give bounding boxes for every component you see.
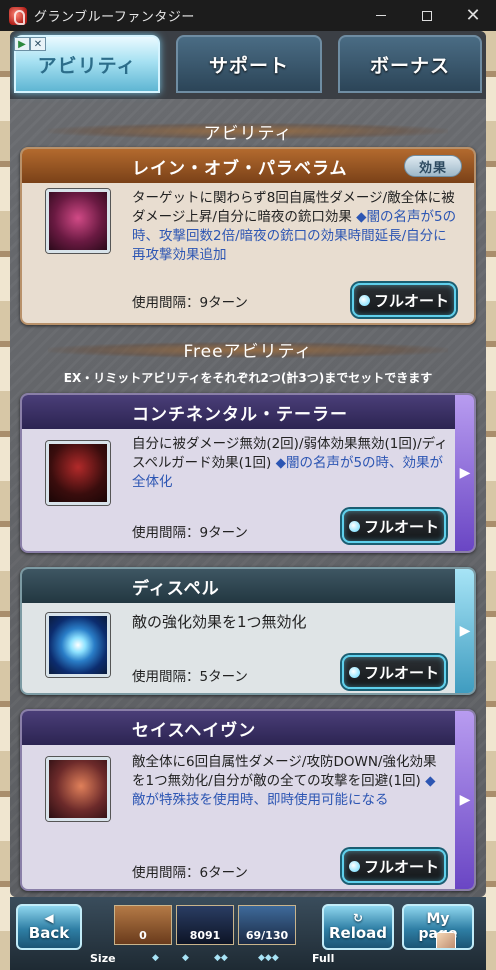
status-slot-1: 0: [114, 905, 172, 945]
expand-arrow-icon[interactable]: ▶: [455, 569, 474, 693]
ability-interval: 使用間隔：6ターン: [132, 865, 248, 881]
ability-card-main[interactable]: レイン・オブ・パラベラム 効果 ターゲットに関わらず8回自属性ダメージ/敵全体に…: [20, 147, 476, 325]
app-icon: [9, 6, 27, 25]
full-auto-button[interactable]: フルオート: [342, 509, 446, 543]
mypage-button[interactable]: My page: [402, 904, 474, 950]
dispel-orb-icon: [46, 613, 110, 677]
tab-support[interactable]: サポート: [176, 35, 322, 93]
back-button[interactable]: ◀ Back: [16, 904, 82, 950]
ability-card-free-2[interactable]: ディスペル 敵の強化効果を1つ無効化 使用間隔：5ターン フルオート ▶: [20, 567, 476, 695]
full-auto-button[interactable]: フルオート: [342, 849, 446, 883]
ability-section-header: アビリティ: [10, 119, 486, 144]
expand-arrow-icon[interactable]: ▶: [455, 395, 474, 551]
ability-card-title: ディスペル: [22, 569, 474, 603]
toggle-dot-icon: [358, 294, 370, 306]
minimize-icon: [376, 15, 386, 16]
full-auto-button[interactable]: フルオート: [352, 283, 456, 317]
ability-interval: 使用間隔：5ターン: [132, 669, 248, 685]
full-auto-button[interactable]: フルオート: [342, 655, 446, 689]
effect-button[interactable]: 効果: [404, 155, 462, 177]
tab-bonus[interactable]: ボーナス: [338, 35, 482, 93]
window-titlebar: グランブルーファンタジー ✕: [0, 0, 496, 31]
reload-icon: ↻: [352, 911, 364, 925]
expand-arrow-icon[interactable]: ▶: [455, 711, 474, 889]
back-arrow-icon: ◀: [44, 911, 54, 925]
maximize-icon: [422, 10, 432, 21]
ability-card-title: セイスヘイヴン: [22, 711, 474, 745]
ability-interval: 使用間隔：9ターン: [132, 295, 248, 311]
ability-card-free-3[interactable]: セイスヘイヴン 敵全体に6回自属性ダメージ/攻防DOWN/強化効果を1つ無効化/…: [20, 709, 476, 891]
ability-description: 自分に被ダメージ無効(2回)/弱体効果無効(1回)/ディスペルガード効果(1回)…: [132, 436, 448, 490]
ability-panel: アビリティ サポート ボーナス ▶ ✕ アビリティ レイン・オブ・パラベラム 効…: [10, 31, 486, 897]
status-slot-3: 69/130: [238, 905, 296, 945]
close-icon: ✕: [465, 4, 481, 26]
ability-card-free-1[interactable]: コンチネンタル・テーラー 自分に被ダメージ無効(2回)/弱体効果無効(1回)/デ…: [20, 393, 476, 553]
ability-card-title: コンチネンタル・テーラー: [22, 395, 474, 429]
ability-description: ターゲットに関わらず8回自属性ダメージ/敵全体に被ダメージ上昇/自分に暗夜の銃口…: [132, 190, 457, 263]
window-title: グランブルーファンタジー: [34, 10, 195, 25]
size-slider[interactable]: Size ◆ ◆ ◆◆ ◆◆◆ Full: [90, 952, 390, 966]
toggle-dot-icon: [348, 666, 360, 678]
tab-bar: アビリティ サポート ボーナス ▶ ✕: [10, 31, 486, 99]
ability-card-title: レイン・オブ・パラベラム 効果: [22, 149, 474, 183]
minimize-button[interactable]: [358, 0, 404, 31]
crossed-daggers-icon: [46, 189, 110, 253]
toggle-dot-icon: [348, 520, 360, 532]
free-ability-note: EX・リミットアビリティをそれぞれ2つ(計3つ)までセットできます: [63, 371, 433, 385]
tab-controls: ▶ ✕: [14, 37, 46, 51]
reload-button[interactable]: ↻ Reload: [322, 904, 394, 950]
maximize-button[interactable]: [404, 0, 450, 31]
close-small-icon[interactable]: ✕: [30, 37, 46, 51]
suit-icon: [46, 441, 110, 505]
profile-thumbnail-icon: [436, 932, 456, 948]
ability-interval: 使用間隔：9ターン: [132, 525, 248, 541]
status-slot-2: 8091: [176, 905, 234, 945]
ability-description: 敵の強化効果を1つ無効化: [132, 613, 307, 631]
bottom-nav-bar: ◀ Back 0 8091 69/130 ↻ Reload My page Si…: [10, 897, 486, 970]
toggle-dot-icon: [348, 860, 360, 872]
free-ability-section-header: Freeアビリティ: [10, 337, 486, 363]
ability-description: 敵全体に6回自属性ダメージ/攻防DOWN/強化効果を1つ無効化/自分が敵の全ての…: [132, 754, 437, 808]
close-button[interactable]: ✕: [450, 0, 496, 31]
blade-icon: [46, 757, 110, 821]
play-icon[interactable]: ▶: [14, 37, 30, 51]
